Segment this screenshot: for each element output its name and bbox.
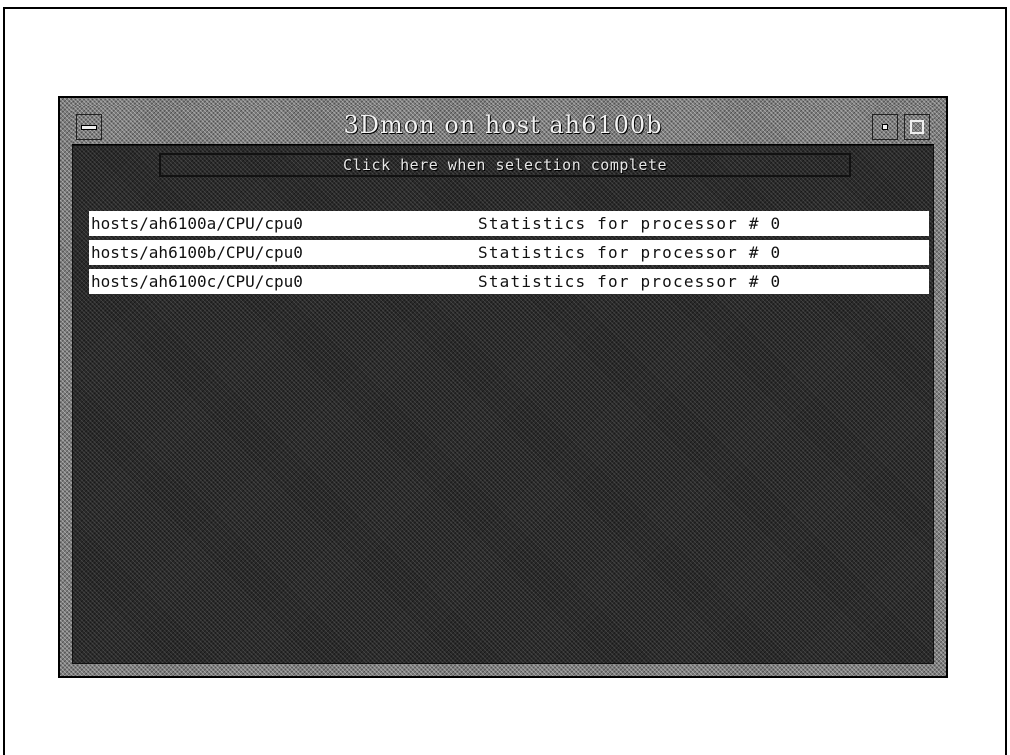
minimize-button[interactable] (872, 114, 898, 140)
list-item-description: Statistics for processor # 0 (478, 214, 782, 233)
window-menu-button[interactable] (76, 114, 102, 140)
list-item-description: Statistics for processor # 0 (478, 272, 782, 291)
window-frame-right[interactable] (934, 98, 946, 676)
maximize-icon (910, 120, 924, 134)
list-item-path: hosts/ah6100c/CPU/cpu0 (91, 272, 303, 291)
selection-complete-button[interactable]: Click here when selection complete (159, 153, 851, 177)
metric-list: hosts/ah6100a/CPU/cpu0 Statistics for pr… (89, 211, 929, 298)
title-bar[interactable]: 3Dmon on host ah6100b (72, 106, 934, 145)
window-menu-icon (81, 124, 97, 130)
list-item-path: hosts/ah6100b/CPU/cpu0 (91, 243, 303, 262)
list-item[interactable]: hosts/ah6100a/CPU/cpu0 Statistics for pr… (89, 211, 929, 236)
window-title: 3Dmon on host ah6100b (343, 111, 663, 139)
list-item-path: hosts/ah6100a/CPU/cpu0 (91, 214, 303, 233)
list-item[interactable]: hosts/ah6100b/CPU/cpu0 Statistics for pr… (89, 240, 929, 265)
list-item-description: Statistics for processor # 0 (478, 243, 782, 262)
window-frame-left[interactable] (60, 98, 72, 676)
minimize-icon (882, 124, 888, 130)
maximize-button[interactable] (904, 114, 930, 140)
list-item[interactable]: hosts/ah6100c/CPU/cpu0 Statistics for pr… (89, 269, 929, 294)
window-frame-bottom[interactable] (60, 664, 946, 676)
app-window: 3Dmon on host ah6100b Click here when se… (58, 96, 948, 678)
selection-panel: Click here when selection complete hosts… (72, 145, 934, 664)
